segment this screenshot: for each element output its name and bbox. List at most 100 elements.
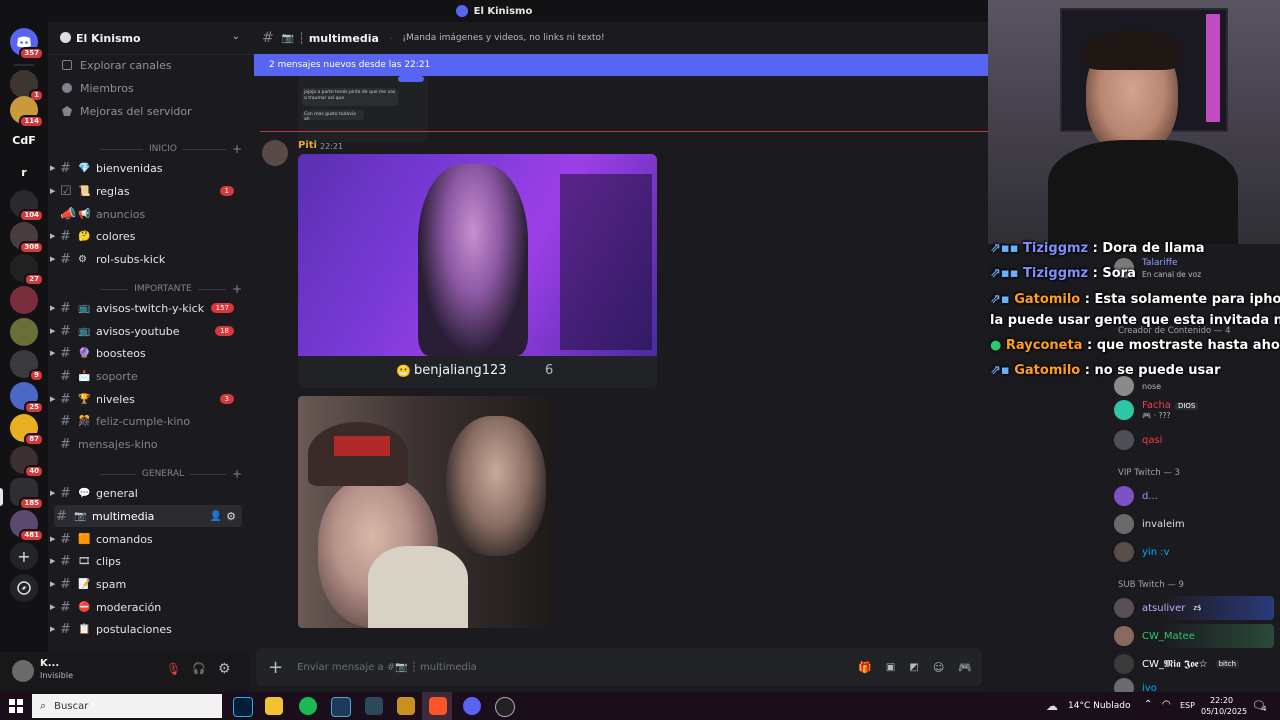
- new-divider: [260, 131, 988, 132]
- server-icon[interactable]: 40: [10, 446, 44, 478]
- member-row[interactable]: yin :v: [1114, 540, 1170, 564]
- members-link[interactable]: Miembros: [62, 79, 134, 97]
- headset-deafened-icon[interactable]: 🎧: [192, 662, 208, 678]
- vegas-icon[interactable]: [331, 697, 351, 717]
- channel-feliz-cumple-kino[interactable]: # 🎊 feliz-cumple-kino: [48, 410, 244, 432]
- server-text-icon[interactable]: r: [10, 158, 38, 186]
- channel-clips[interactable]: ▶ # 🎞 clips: [48, 550, 244, 572]
- server-icon[interactable]: [10, 318, 38, 346]
- server-icon[interactable]: 481: [10, 510, 44, 542]
- channel-rol-subs-kick[interactable]: ▶ # ⚙ rol-subs-kick: [48, 248, 244, 270]
- channel-emoji: 🎊: [78, 415, 91, 427]
- member-row[interactable]: invaleim: [1114, 512, 1185, 536]
- server-icon[interactable]: [10, 286, 38, 314]
- add-channel-icon[interactable]: +: [232, 282, 242, 296]
- channel-boosteos[interactable]: ▶ # 🔮 boosteos: [48, 342, 244, 364]
- avatar[interactable]: [12, 660, 34, 682]
- photoshop-icon[interactable]: [233, 697, 253, 717]
- channel-postulaciones[interactable]: ▶ # 📋 postulaciones: [48, 618, 244, 640]
- server-header[interactable]: El Kinismo ⌄: [48, 22, 250, 55]
- category-importante[interactable]: IMPORTANTE +: [60, 282, 242, 296]
- emoji-icon[interactable]: ☺: [933, 661, 944, 674]
- mic-muted-icon[interactable]: 🎙: [166, 662, 182, 678]
- gif-icon[interactable]: ▣: [886, 662, 895, 673]
- message-input[interactable]: Enviar mensaje a #📷 ┆ multimedia: [297, 662, 858, 673]
- shield-app-icon[interactable]: [397, 697, 415, 715]
- spotify-icon[interactable]: [299, 697, 317, 715]
- channel-niveles[interactable]: ▶ # 🏆 niveles 3: [48, 388, 244, 410]
- brave-icon[interactable]: [429, 697, 447, 715]
- channel-general[interactable]: ▶ # 💬 general: [48, 482, 244, 504]
- channel-anuncios[interactable]: 📣 📢 anuncios: [48, 203, 244, 225]
- members-icon: [62, 83, 72, 93]
- server-icon[interactable]: 1: [10, 70, 44, 102]
- discord-home-icon[interactable]: 357: [10, 28, 44, 60]
- channel-comandos[interactable]: ▶ # 🟧 comandos: [48, 528, 244, 550]
- server-icon[interactable]: 104: [10, 190, 44, 222]
- channel-mensajes-kino[interactable]: # mensajes-kino: [48, 433, 244, 455]
- message-input-bar[interactable]: + Enviar mensaje a #📷 ┆ multimedia 🎁 ▣ ◩…: [256, 648, 982, 686]
- channel-spam[interactable]: ▶ # 📝 spam: [48, 573, 244, 595]
- channel-reglas[interactable]: ▶ ☑ 📜 reglas 1: [48, 180, 244, 202]
- category-general[interactable]: GENERAL +: [60, 467, 242, 481]
- member-row[interactable]: atsuliver z$: [1114, 596, 1274, 620]
- channel-bienvenidas[interactable]: ▶ # 💎 bienvenidas: [48, 157, 244, 179]
- member-row[interactable]: qasi: [1114, 428, 1162, 452]
- discord-taskbar-icon[interactable]: [463, 697, 481, 715]
- weather-text[interactable]: 14°C Nublado: [1068, 701, 1130, 711]
- activity-gamepad-icon[interactable]: 🎮: [958, 661, 972, 674]
- channel-avisos-youtube[interactable]: ▶ # 📺 avisos-youtube 18: [48, 320, 244, 342]
- member-row[interactable]: CW_Matee: [1114, 624, 1274, 648]
- app-icon[interactable]: [365, 697, 383, 715]
- category-inicio[interactable]: INICIO +: [60, 142, 242, 156]
- video-thumbnail[interactable]: [298, 154, 657, 356]
- add-server-icon[interactable]: +: [10, 542, 38, 570]
- image-attachment[interactable]: [298, 396, 554, 628]
- server-icon[interactable]: 27: [10, 254, 44, 286]
- server-icon[interactable]: 87: [10, 414, 44, 446]
- windows-start-icon[interactable]: [9, 699, 23, 713]
- server-icon[interactable]: 114: [10, 96, 44, 128]
- member-row[interactable]: Facha DIOS 🎮 · ???: [1114, 398, 1199, 422]
- add-channel-icon[interactable]: +: [232, 142, 242, 156]
- chevron-up-icon[interactable]: ⌃: [1144, 699, 1152, 710]
- weather-cloud-icon[interactable]: ☁: [1046, 699, 1058, 713]
- attach-plus-icon[interactable]: +: [268, 657, 283, 678]
- explore-channels[interactable]: Explorar canales: [62, 56, 172, 74]
- user-settings-gear-icon[interactable]: ⚙: [218, 661, 234, 677]
- wifi-icon[interactable]: ◠: [1162, 699, 1171, 710]
- video-embed[interactable]: 😬 benjaliang123 6: [298, 154, 657, 388]
- discover-icon[interactable]: [10, 574, 38, 602]
- prev-image-attachment[interactable]: jajaja a parte tenés pinta de que me vas…: [298, 76, 428, 142]
- add-channel-icon[interactable]: +: [232, 467, 242, 481]
- obs-icon[interactable]: [495, 697, 515, 717]
- message-author[interactable]: Piti: [298, 140, 317, 151]
- new-messages-banner[interactable]: 2 mensajes nuevos desde las 22:21: [254, 54, 988, 76]
- server-badge: 27: [24, 273, 44, 286]
- chevron-down-icon[interactable]: ⌄: [232, 31, 240, 42]
- channel-moderacion[interactable]: ▶ # ⛔ moderación: [48, 596, 244, 618]
- server-text-icon[interactable]: CdF: [10, 126, 38, 154]
- channel-soporte[interactable]: # 📩 soporte: [48, 365, 244, 387]
- gear-icon[interactable]: ⚙: [226, 510, 236, 523]
- language-indicator[interactable]: ESP: [1180, 701, 1195, 710]
- server-icon[interactable]: 25: [10, 382, 44, 414]
- hash-icon: #: [60, 413, 71, 429]
- channel-avisos-twitch-y-kick[interactable]: ▶ # 📺 avisos-twitch-y-kick 157: [48, 297, 244, 319]
- member-row[interactable]: CW_𝕸𝖎𝖆 𝕵𝖔𝖊☆ bitch: [1114, 652, 1240, 676]
- clock-date[interactable]: 05/10/2025: [1201, 707, 1247, 716]
- channel-multimedia-active[interactable]: # 📷 multimedia 👤 ⚙: [54, 505, 242, 527]
- server-boosts-link[interactable]: Mejoras del servidor: [62, 102, 192, 120]
- taskbar-search[interactable]: ⌕ Buscar: [32, 694, 222, 718]
- server-icon-el-kinismo[interactable]: 185: [10, 478, 44, 510]
- member-row[interactable]: d...: [1114, 484, 1158, 508]
- server-icon[interactable]: 9: [10, 350, 44, 382]
- file-explorer-icon[interactable]: [265, 697, 283, 715]
- gift-icon[interactable]: 🎁: [858, 661, 872, 674]
- invite-icon[interactable]: 👤: [210, 511, 222, 522]
- server-icon[interactable]: 308: [10, 222, 44, 254]
- message-author-avatar[interactable]: [262, 140, 288, 166]
- sticker-icon[interactable]: ◩: [909, 662, 918, 673]
- channel-colores[interactable]: ▶ # 🤔 colores: [48, 225, 244, 247]
- clock-time[interactable]: 22:20: [1210, 696, 1233, 705]
